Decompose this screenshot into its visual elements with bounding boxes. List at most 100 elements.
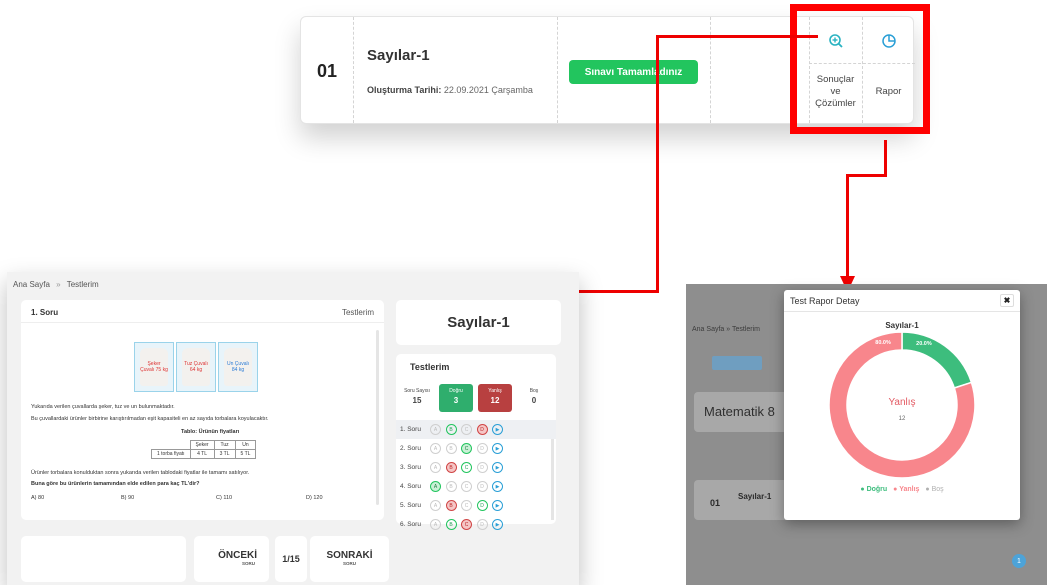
question-panel: 1. Soru Testlerim Şeker Çuvalı 75 kg Tuz… [21,300,384,520]
question-row[interactable]: 3. Soru A B C D ▶ [396,458,556,477]
question-row[interactable]: 4. Soru A B C D ▶ [396,477,556,496]
answer-option-bubble: B [445,462,457,473]
stat-value: 12 [490,396,500,405]
answer-option-bubble: C [461,500,472,511]
page-indicator: 1/15 [275,536,307,582]
table-cell: Şeker [189,440,215,450]
answer-option-bubble: D [476,443,488,454]
answer-option-bubble: B [445,519,457,530]
answer-option: C) 110 [216,495,233,501]
play-solution-icon[interactable]: ▶ [492,462,503,473]
connector-line [846,174,887,177]
date-value: 22.09.2021 Çarşamba [443,85,533,95]
question-row-label: 3. Soru [400,464,421,471]
test-title-panel: Sayılar-1 [396,300,561,345]
answer-option-bubble: D [476,519,488,530]
question-row[interactable]: 1. Soru A B C D ▶ [396,420,556,439]
question-row[interactable]: 6. Soru A B C D ▶ [396,515,556,534]
answer-option-bubble: C [461,462,472,473]
price-table: Şeker Tuz Un 1 torba fiyatı 4 TL 3 TL 5 … [151,440,257,459]
prev-sub: SORU [241,561,255,566]
exam-completed-button[interactable]: Sınavı Tamamladınız [569,60,698,84]
answer-option-bubble: A [430,481,441,492]
legend-correct[interactable]: Doğru [867,486,888,493]
sugar-sack-image: Şeker Çuvalı 75 kg [134,342,174,392]
center-label: Yanlış [888,397,916,408]
connector-line [656,35,818,38]
question-row-label: 2. Soru [400,445,421,452]
donut-data-label: 80.0% [875,340,891,346]
sack-label: Şeker Çuvalı 75 kg [140,348,168,386]
play-solution-icon[interactable]: ▶ [492,481,503,492]
legend-dot-empty: ● [925,486,930,493]
page-1-button[interactable]: 1 [1012,554,1026,568]
next-sub: SORU [342,561,356,566]
breadcrumb-separator: » [56,280,61,289]
card-number: 01 [710,498,721,508]
answer-option-bubble: B [445,424,457,435]
modal-title: Test Rapor Detay [790,296,860,306]
stat-label: Soru Sayısı [404,388,430,394]
legend-wrong[interactable]: Yanlış [899,486,919,493]
question-header: 1. Soru [31,308,59,317]
nav-spacer-panel [21,536,186,582]
question-row[interactable]: 2. Soru A B C D ▶ [396,439,556,458]
answer-option: D) 120 [306,495,323,501]
divider [557,17,558,123]
flour-sack-image: Un Çuvalı 84 kg [218,342,258,392]
play-solution-icon[interactable]: ▶ [492,443,503,454]
connector-line [884,140,887,176]
answer-option-bubble: A [430,519,441,530]
answer-option-bubble: B [445,443,457,454]
play-solution-icon[interactable]: ▶ [492,500,503,511]
legend-empty[interactable]: Boş [932,486,944,493]
answer-option: A) 80 [31,495,45,501]
legend-dot-wrong: ● [893,486,898,493]
answer-option-bubble: A [430,424,441,435]
wrong-stat: Yanlış 12 [478,384,512,412]
stat-label: Yanlış [488,388,502,394]
prev-question-button[interactable]: ÖNCEKİ SORU [194,536,269,582]
tests-panel: Testlerim Soru Sayısı 15 Doğru 3 Yanlış … [396,354,556,530]
answer-option-bubble: C [461,481,472,492]
subject-select[interactable] [712,356,762,370]
question-tab[interactable]: Testlerim [342,308,374,317]
scrollbar[interactable] [376,330,379,505]
connector-line [656,35,659,292]
divider [21,322,384,323]
chart-legend: ● Doğru ● Yanlış ● Boş [784,486,1020,493]
sack-label: Un Çuvalı 84 kg [224,348,252,386]
table-cell: 5 TL [234,449,257,459]
answer-option-bubble: B [445,500,457,511]
breadcrumb-home[interactable]: Ana Sayfa [13,280,50,289]
question-row[interactable]: 5. Soru A B C D ▶ [396,496,556,515]
answer-option-bubble: C [461,443,472,454]
stat-value: 0 [531,396,537,405]
chart-title: Sayılar-1 [885,321,919,330]
modal-header: Test Rapor Detay ✖ [784,290,1020,312]
stat-label: Doğru [449,388,463,394]
question-review-screen: Ana Sayfa » Testlerim 1. Soru Testlerim … [7,272,579,585]
test-date: Oluşturma Tarihi: 22.09.2021 Çarşamba [367,85,533,95]
connector-line [846,174,849,280]
donut-slice-Doğru[interactable] [901,331,973,389]
table-cell: Un [234,440,257,450]
divider [710,17,711,123]
donut-data-label: 20.0% [916,341,932,347]
tests-header: Testlerim [410,362,450,372]
answer-option-bubble: D [476,481,488,492]
question-text: Buna göre bu ürünlerin tamamından elde e… [31,481,200,487]
play-solution-icon[interactable]: ▶ [492,519,503,530]
test-number: 01 [316,60,338,81]
report-modal: Test Rapor Detay ✖ Sayılar-1 20.0% 80.0% … [784,290,1020,520]
next-label: SONRAKİ [326,550,373,561]
question-row-label: 5. Soru [400,502,421,509]
breadcrumb-current[interactable]: Testlerim [67,280,99,289]
answer-option-bubble: D [476,500,488,511]
play-solution-icon[interactable]: ▶ [492,424,503,435]
close-button[interactable]: ✖ [1000,294,1014,307]
next-question-button[interactable]: SONRAKİ SORU [310,536,389,582]
legend-dot-correct: ● [860,486,865,493]
breadcrumb: Ana Sayfa » Testlerim [13,280,99,289]
breadcrumb: Ana Sayfa » Testlerim [692,326,760,333]
